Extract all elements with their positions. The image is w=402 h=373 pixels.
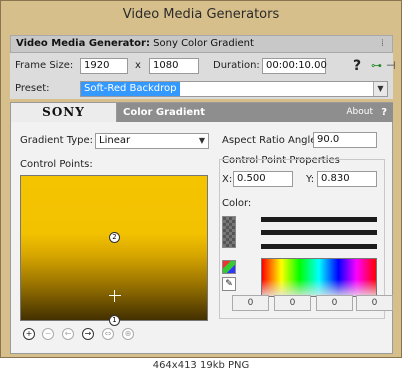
about-link[interactable]: About xyxy=(346,103,373,122)
color-label: Color: xyxy=(222,198,252,209)
gradient-type-label: Gradient Type: xyxy=(20,135,94,146)
cp-y-label: Y: xyxy=(306,174,315,185)
crosshair-icon[interactable] xyxy=(109,290,121,302)
blue-channel-slider[interactable] xyxy=(261,244,377,249)
frame-width-field[interactable]: 1920 xyxy=(80,58,128,74)
frame-settings-panel: Frame Size: 1920 x 1080 Duration: 00:00:… xyxy=(10,53,396,99)
color-g-field[interactable]: 0 xyxy=(274,295,311,311)
next-point-icon[interactable]: → xyxy=(82,328,94,340)
color-a-field[interactable]: 0 xyxy=(356,295,393,311)
eyedropper-icon[interactable]: ✎ xyxy=(222,277,236,291)
duration-label: Duration: xyxy=(213,60,260,71)
chevron-down-icon: ▼ xyxy=(198,136,205,145)
grip-icon[interactable]: ⁞ xyxy=(381,36,384,52)
image-caption: 464x413 19kb PNG xyxy=(0,358,402,373)
chevron-down-icon[interactable]: ▼ xyxy=(373,82,387,96)
aspect-angle-field[interactable]: 90.0 xyxy=(313,132,377,148)
aspect-angle-label: Aspect Ratio Angle: xyxy=(222,135,320,146)
color-r-field[interactable]: 0 xyxy=(232,295,269,311)
preset-value[interactable]: Soft-Red Backdrop xyxy=(81,82,180,96)
frame-height-field[interactable]: 1080 xyxy=(149,58,199,74)
previous-point-icon[interactable]: ← xyxy=(62,328,74,340)
plugin-panel: SONY Color Gradient About ? Gradient Typ… xyxy=(10,102,393,354)
cp-x-field[interactable]: 0.500 xyxy=(233,171,293,187)
frame-size-label: Frame Size: xyxy=(15,60,74,71)
cp-y-field[interactable]: 0.830 xyxy=(317,171,377,187)
preset-label: Preset: xyxy=(15,83,50,94)
plug-icon[interactable]: ⊶ xyxy=(371,59,382,72)
red-channel-slider[interactable] xyxy=(261,217,377,222)
plugin-name: Color Gradient xyxy=(123,107,206,118)
control-point-2[interactable]: 2 xyxy=(109,232,120,243)
preset-dropdown[interactable]: Soft-Red Backdrop ▼ xyxy=(80,81,388,97)
gradient-preview[interactable]: 2 1 xyxy=(20,175,208,326)
sony-logo: SONY xyxy=(11,103,117,122)
color-b-field[interactable]: 0 xyxy=(316,295,353,311)
control-point-1[interactable]: 1 xyxy=(109,315,120,326)
gradient-type-value: Linear xyxy=(99,135,131,146)
color-spectrum[interactable] xyxy=(261,258,377,297)
green-channel-slider[interactable] xyxy=(261,230,377,235)
center-point-icon[interactable]: ⊕ xyxy=(122,328,134,340)
window-title: Video Media Generators xyxy=(122,7,280,22)
generator-header: Video Media Generator: Sony Color Gradie… xyxy=(10,35,393,53)
help-icon[interactable]: ? xyxy=(353,58,361,74)
pin-icon[interactable]: ⊣ xyxy=(386,59,396,72)
gradient-type-select[interactable]: Linear ▼ xyxy=(95,133,209,149)
control-points-label: Control Points: xyxy=(20,159,93,170)
generator-label: Video Media Generator: xyxy=(16,38,150,49)
generator-value: Sony Color Gradient xyxy=(153,38,254,49)
frame-x-label: x xyxy=(135,60,141,71)
color-swatch[interactable] xyxy=(222,216,236,248)
duration-field[interactable]: 00:00:10.00 xyxy=(262,58,327,74)
color-palette-icon[interactable] xyxy=(222,260,236,274)
cp-x-label: X: xyxy=(222,174,233,185)
dialog-window: Video Media Generators Video Media Gener… xyxy=(0,0,402,358)
remove-point-icon[interactable]: − xyxy=(42,328,54,340)
plugin-title-bar: Color Gradient About ? xyxy=(117,103,393,122)
plugin-help-icon[interactable]: ? xyxy=(381,103,387,122)
swap-points-icon[interactable]: ⇔ xyxy=(102,328,114,340)
add-point-icon[interactable]: + xyxy=(23,328,35,340)
